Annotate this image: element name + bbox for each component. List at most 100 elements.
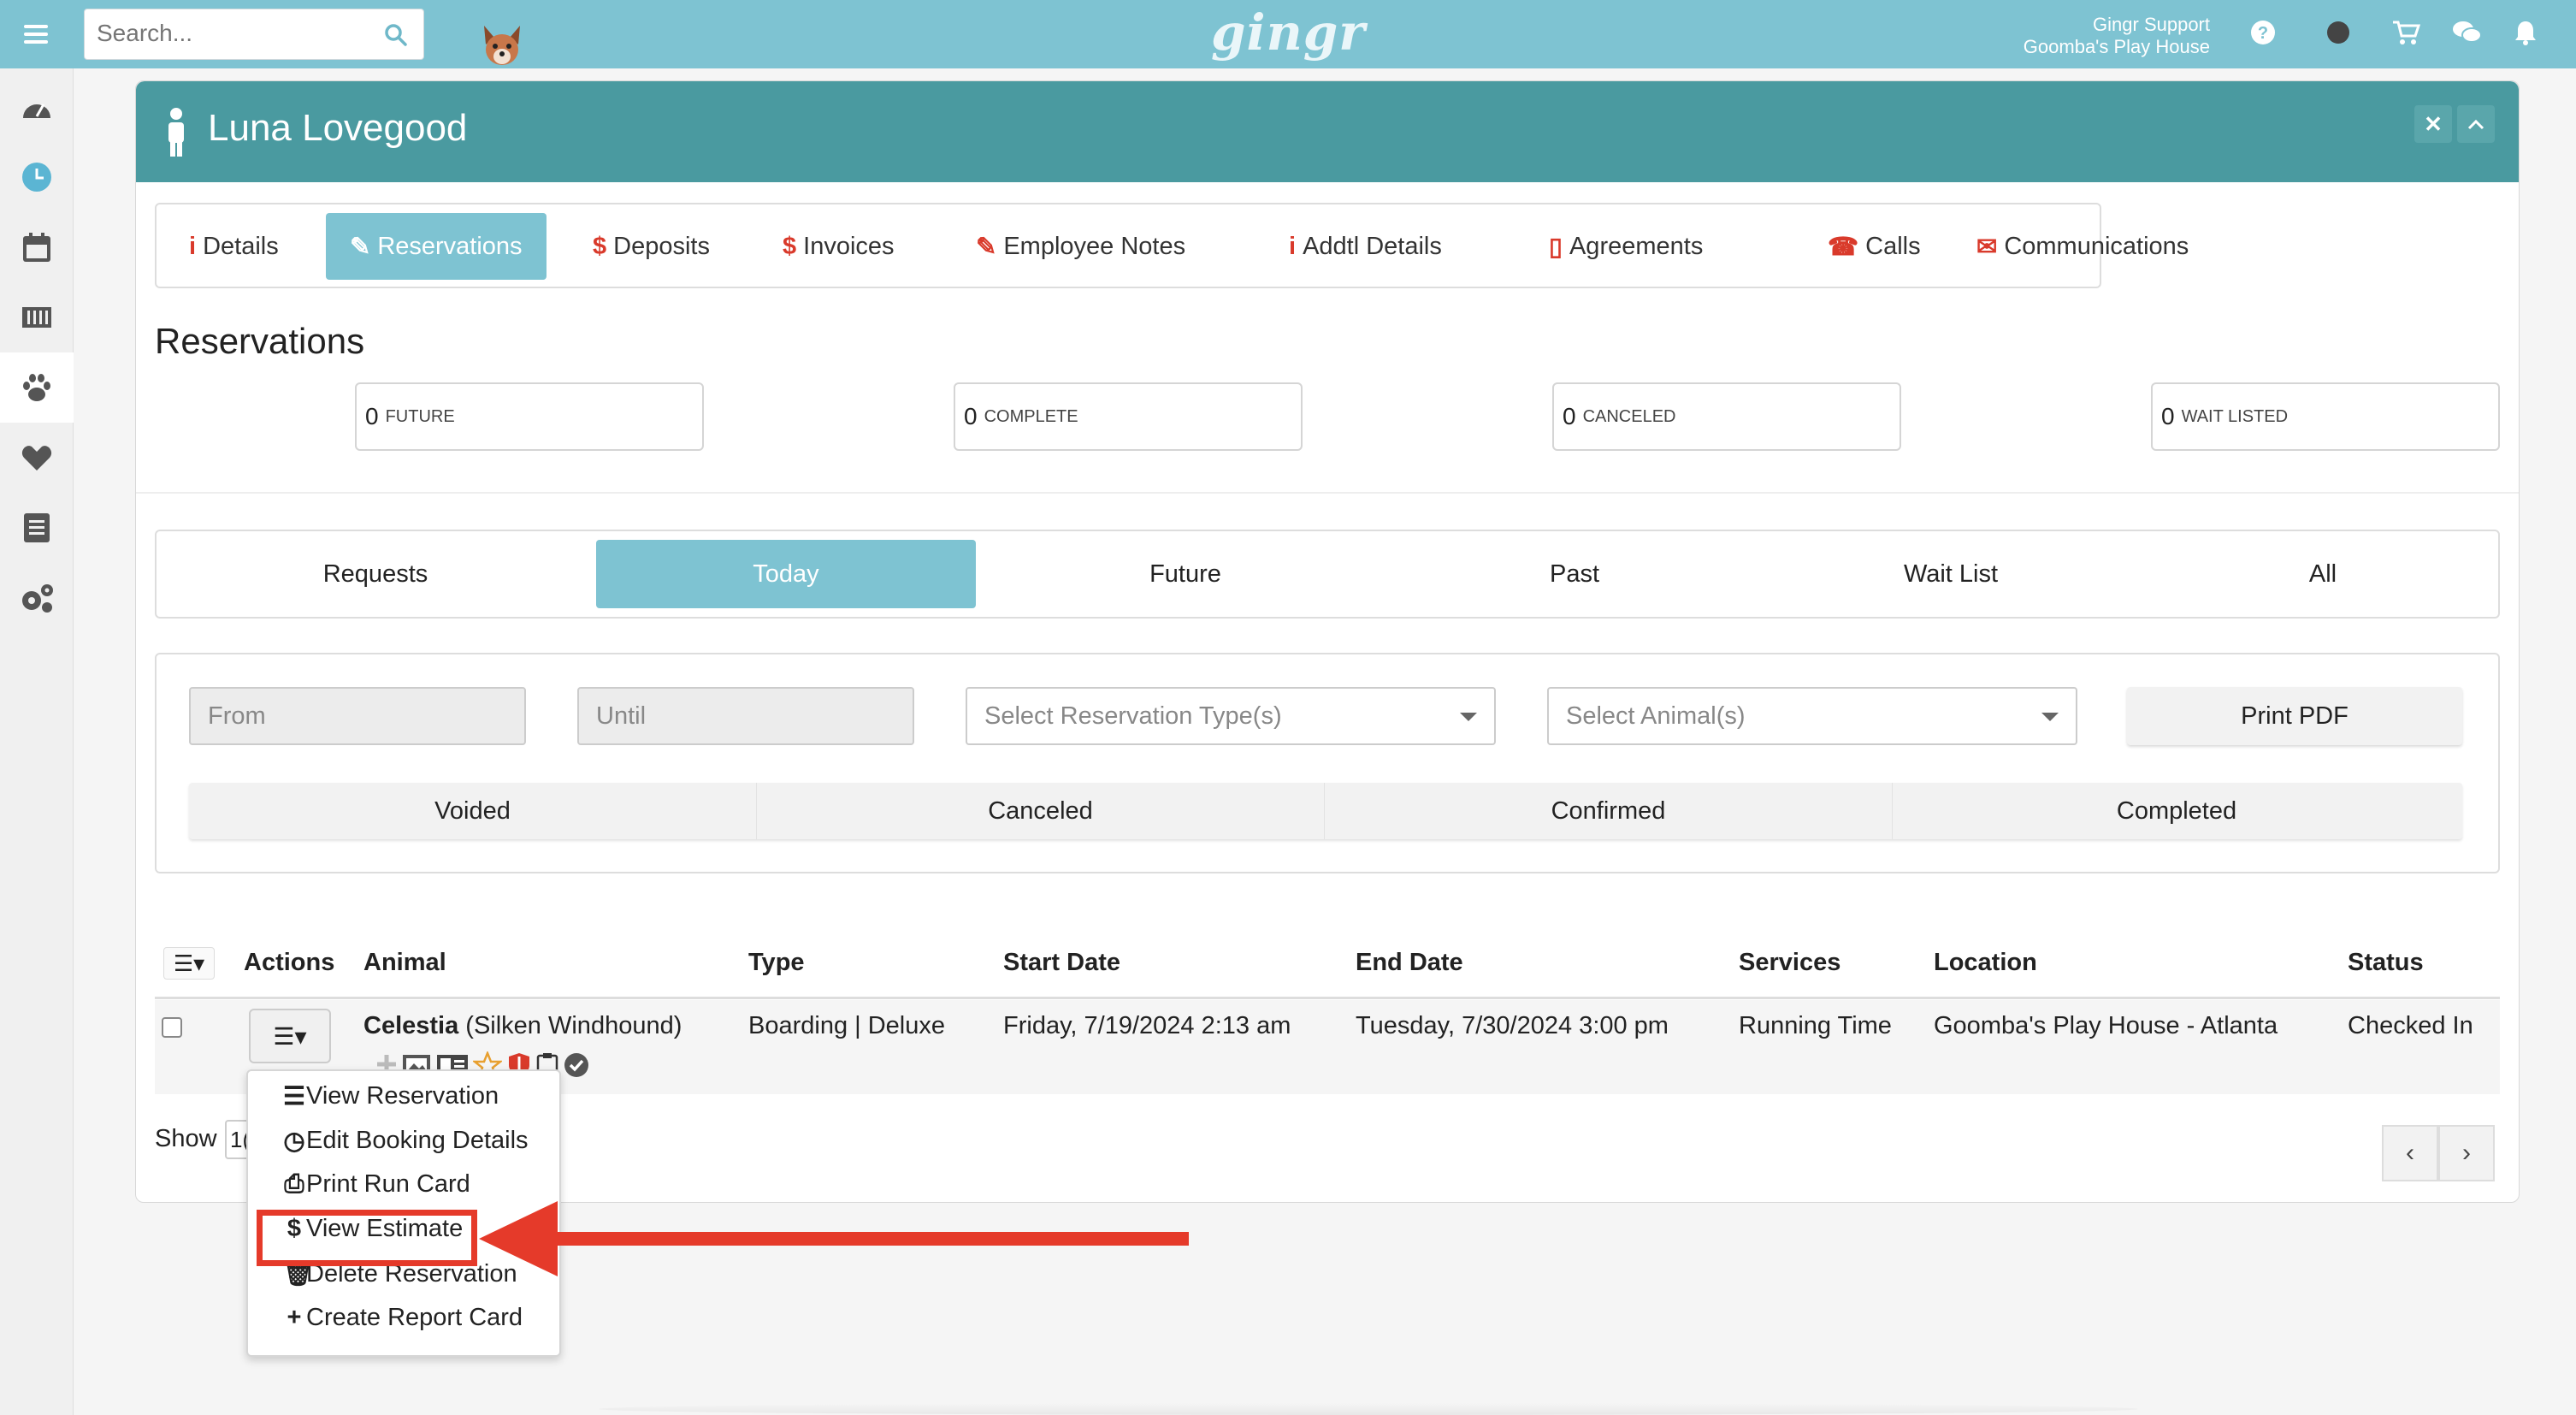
dog-mascot-icon [484,26,520,65]
sidebar-item-animals[interactable] [0,352,74,423]
print-pdf-button[interactable]: Print PDF [2127,687,2462,745]
type-cell: Boarding | Deluxe [748,1012,946,1039]
menu-toggle-button[interactable] [0,0,72,68]
from-date-input[interactable]: From [189,687,526,745]
customer-panel: Luna Lovegood ✕ i Details ✎ Reservations $… [135,80,2520,1203]
show-label: Show [155,1125,217,1152]
col-location[interactable]: Location [1934,949,2037,977]
clock-icon: ◷ [283,1128,305,1155]
edit-icon: ✎ [350,233,371,261]
status-dot-icon[interactable] [2325,19,2352,46]
svg-text:?: ? [2258,24,2268,43]
sidebar-item-clock[interactable] [0,142,74,212]
caret-down-icon [2041,713,2059,721]
tab-addtl-details[interactable]: i Addtl Details [1289,213,1442,280]
completed-filter-button[interactable]: Completed [1893,783,2461,839]
sidebar [0,68,74,1415]
header-divider [155,997,2500,999]
edit-booking-details-menu-item[interactable]: ◷ Edit Booking Details [282,1126,528,1156]
start-date-cell: Friday, 7/19/2024 2:13 am [1003,1012,1291,1039]
dollar-icon: $ [783,232,797,260]
close-icon: ✕ [2424,110,2443,137]
tab-past[interactable]: Past [1395,540,1754,608]
tab-communications[interactable]: ✉ Communications [1976,213,2189,280]
paw-icon [23,374,50,401]
tab-requests[interactable]: Requests [157,540,594,608]
print-run-card-menu-item[interactable]: ⎙ Print Run Card [282,1170,470,1199]
col-animal[interactable]: Animal [363,949,446,977]
tab-future[interactable]: Future [976,540,1395,608]
reservations-heading: Reservations [155,321,365,361]
list-icon: ☰▾ [173,950,205,976]
col-start-date[interactable]: Start Date [1003,949,1120,977]
close-panel-button[interactable]: ✕ [2414,105,2452,143]
phone-icon: ☎ [1828,233,1859,261]
tab-reservations[interactable]: ✎ Reservations [326,213,547,280]
top-bar: gingr Gingr Support Goomba's Play House … [0,0,2576,68]
user-info[interactable]: Gingr Support Goomba's Play House [2024,14,2210,58]
previous-page-button[interactable]: ‹ [2382,1125,2438,1181]
sidebar-item-reports[interactable] [0,493,74,563]
notification-bell-icon[interactable] [2513,19,2538,46]
info-icon: i [1289,232,1297,260]
customer-tabs: i Details ✎ Reservations $ Deposits $ Invoic… [155,203,2189,288]
create-report-card-menu-item[interactable]: + Create Report Card [282,1304,523,1332]
column-menu-button[interactable]: ☰▾ [163,947,215,980]
col-services[interactable]: Services [1739,949,1840,977]
voided-filter-button[interactable]: Voided [189,783,757,839]
tab-today[interactable]: Today [596,540,976,608]
divider [136,492,2519,494]
tab-agreements[interactable]: ▯ Agreements [1549,213,1703,280]
animal-cell[interactable]: Celestia (Silken Windhound) [363,1012,682,1040]
tab-wait-list[interactable]: Wait List [1754,540,2148,608]
kennel-runs-icon [22,307,51,328]
gears-icon [22,584,53,613]
until-date-input[interactable]: Until [577,687,914,745]
tab-all[interactable]: All [2148,540,2498,608]
tab-deposits[interactable]: $ Deposits [593,213,710,280]
stat-future: 0 FUTURE [355,382,704,451]
view-reservation-menu-item[interactable]: ☰ View Reservation [282,1081,499,1111]
stat-canceled: 0 CANCELED [1552,382,1901,451]
services-cell: Running Time [1739,1012,1892,1039]
list-icon: ☰ [283,1083,305,1110]
search-icon[interactable] [384,23,408,47]
sidebar-item-calendar[interactable] [0,212,74,282]
col-type[interactable]: Type [748,949,805,977]
dollar-icon: $ [593,232,607,260]
tab-calls[interactable]: ☎ Calls [1828,213,1921,280]
next-page-button[interactable]: › [2438,1125,2495,1181]
caret-down-icon [1460,713,1477,721]
reservation-type-select[interactable]: Select Reservation Type(s) [966,687,1496,745]
gingr-logo: gingr [1211,3,1366,62]
end-date-cell: Tuesday, 7/30/2024 3:00 pm [1356,1012,1669,1039]
confirmed-filter-button[interactable]: Confirmed [1325,783,1893,839]
sidebar-item-settings[interactable] [0,563,74,633]
sidebar-item-favorites[interactable] [0,423,74,493]
tab-employee-notes[interactable]: ✎ Employee Notes [976,213,1185,280]
sidebar-item-runs[interactable] [0,282,74,352]
bottom-shadow [599,1403,2138,1415]
clock-icon [22,163,51,192]
tab-details[interactable]: i Details [189,213,279,280]
sidebar-item-dashboard[interactable] [0,72,74,142]
animal-name[interactable]: Celestia [363,1012,458,1039]
actions-dropdown-button[interactable]: ☰▾ [249,1009,331,1063]
col-actions: Actions [244,949,335,976]
dashboard-gauge-icon [23,104,50,118]
search-input[interactable] [85,9,358,57]
row-checkbox[interactable] [162,1017,182,1038]
col-end-date[interactable]: End Date [1356,949,1463,977]
help-icon[interactable]: ? [2249,19,2277,46]
cart-icon[interactable] [2391,19,2420,46]
canceled-filter-button[interactable]: Canceled [757,783,1325,839]
col-status[interactable]: Status [2348,949,2424,977]
chevron-right-icon: › [2462,1139,2471,1167]
verified-badge-icon[interactable] [562,1051,591,1079]
hamburger-icon [24,25,48,44]
chat-icon[interactable] [2451,19,2482,46]
tab-invoices[interactable]: $ Invoices [783,213,895,280]
collapse-panel-button[interactable] [2457,105,2495,143]
user-location: Goomba's Play House [2023,36,2210,57]
animal-select[interactable]: Select Animal(s) [1547,687,2077,745]
